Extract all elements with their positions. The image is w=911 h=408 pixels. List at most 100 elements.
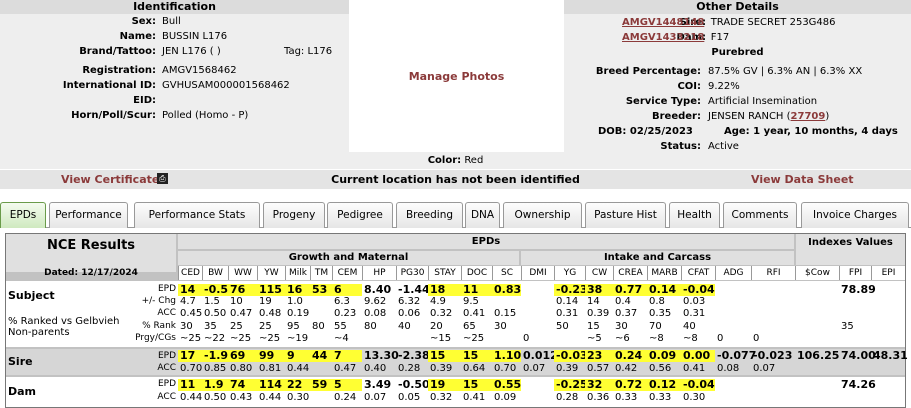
tab-performance-stats[interactable]: Performance Stats: [134, 202, 260, 228]
dam-registration-link[interactable]: AMGV1433218: [622, 32, 704, 43]
epd-value: [839, 392, 871, 404]
epd-value: 1.0: [287, 296, 303, 307]
trait-header: CW: [585, 266, 613, 280]
epd-value: 17: [178, 350, 202, 362]
epd-value: 0.37: [615, 308, 638, 319]
epd-value: 0.08: [717, 363, 740, 374]
row-type-label: Prgy/CGs: [135, 333, 176, 343]
subject-rank-note: % Ranked vs Gelbvieh Non-parents: [8, 316, 120, 338]
service-type-value: Artificial Insemination: [708, 96, 818, 107]
epd-value: 5: [332, 379, 362, 391]
epds-header: EPDs: [178, 234, 794, 249]
row-type-label: ACC: [157, 392, 176, 402]
coi-label: COI:: [677, 81, 701, 92]
epd-value: 30: [615, 321, 628, 332]
manage-photos-link[interactable]: Manage Photos: [409, 70, 505, 83]
tab-invoice-charges[interactable]: Invoice Charges: [801, 202, 909, 228]
tab-ownership[interactable]: Ownership: [503, 202, 582, 228]
epd-value: 32: [585, 379, 613, 391]
epd-value: 25: [259, 321, 272, 332]
epd-value: 0.80: [230, 363, 253, 374]
animal-record-page: Identification Sex: Bull Name: BUSSIN L176 B…: [0, 0, 911, 408]
epd-value: 0.14: [556, 296, 579, 307]
tab-comments[interactable]: Comments: [723, 202, 797, 228]
epd-value: 4.7: [180, 296, 196, 307]
epd-table: NCE Results Dated: 12/17/2024 EPDs Growth a…: [5, 233, 908, 408]
id-field-label: International ID:: [62, 80, 156, 91]
epd-value: -1.44: [398, 283, 430, 296]
trait-header: SC: [492, 266, 521, 280]
epd-value: ~8: [683, 333, 698, 344]
photo-area[interactable]: Manage Photos: [350, 0, 563, 152]
epd-value: 19: [428, 379, 461, 391]
tab-pedigree[interactable]: Pedigree: [327, 202, 393, 228]
dam-name: F17: [710, 32, 730, 43]
epd-value: ~25: [230, 333, 252, 344]
color-value: Red: [464, 155, 484, 166]
id-field-value: BUSSIN L176: [162, 31, 228, 42]
epd-value: [492, 296, 521, 308]
view-data-sheet-link[interactable]: View Data Sheet: [751, 170, 854, 189]
epd-value: [715, 321, 751, 333]
tab-dna[interactable]: DNA: [465, 202, 500, 228]
epd-value: 0.77: [613, 284, 647, 296]
epd-value: 0.03: [683, 296, 706, 307]
epd-value: -1.9: [202, 349, 229, 362]
epd-value: ~22: [204, 333, 226, 344]
tab-breeding[interactable]: Breeding: [396, 202, 463, 228]
purebred-label: Purebred: [711, 47, 764, 58]
trait-header: MARB: [647, 266, 681, 280]
id-row: EID:: [0, 93, 349, 108]
epd-value: 70: [649, 321, 662, 332]
tab-performance[interactable]: Performance: [49, 202, 128, 228]
trait-header: RFI: [751, 266, 795, 280]
tab-epds[interactable]: EPDs: [0, 202, 46, 228]
epd-value: 0.83: [492, 283, 522, 296]
epd-value: [795, 284, 839, 296]
epd-value: 0.07: [364, 392, 387, 403]
tab-health[interactable]: Health: [669, 202, 720, 228]
epd-value: [396, 333, 428, 345]
epd-value: [795, 379, 839, 391]
epd-value: 18: [428, 284, 461, 296]
epd-value: 6.32: [398, 296, 421, 307]
row-type-label: EPD: [157, 284, 176, 294]
epd-value: [751, 296, 795, 308]
epd-value: 0.44: [180, 392, 203, 403]
epd-value: 11: [178, 379, 202, 391]
dob: DOB: 02/25/2023: [598, 126, 693, 137]
trait-header: ADG: [715, 266, 751, 280]
epd-value: 74: [228, 379, 257, 391]
epd-value: 15: [428, 350, 461, 362]
trait-header: FPI: [839, 266, 871, 280]
epd-value: 10: [230, 296, 243, 307]
epd-value: 30: [494, 321, 507, 332]
tab-pasture-hist[interactable]: Pasture Hist: [585, 202, 666, 228]
sire-registration-link[interactable]: AMGV1448148: [622, 17, 704, 28]
breed-percentage-label: Breed Percentage:: [595, 66, 701, 77]
indexes-values-header: Indexes Values: [796, 234, 905, 265]
epd-value: [795, 308, 839, 320]
epd-value: [751, 392, 795, 404]
epd-value: 0.45: [180, 308, 203, 319]
epd-value: 106.25: [797, 349, 840, 362]
epd-value: 0: [753, 333, 760, 344]
age: Age: 1 year, 10 months, 4 days: [724, 126, 898, 137]
epd-value: 0.00: [681, 350, 715, 362]
epd-value: [492, 333, 521, 345]
breeder-id-link[interactable]: 27709: [791, 111, 826, 122]
trait-header: CEM: [332, 266, 362, 280]
sire-label: Sire: [8, 355, 33, 368]
epd-value: 0.30: [683, 392, 706, 403]
epd-value: 0.31: [556, 308, 579, 319]
epd-value: 48.31: [873, 349, 908, 362]
epd-value: 8.40: [364, 283, 392, 296]
row-type-label: EPD: [157, 379, 176, 389]
epd-value: [715, 284, 751, 296]
epd-value: [715, 308, 751, 320]
epd-value: -0.25: [554, 378, 588, 391]
epd-value: ~25: [180, 333, 202, 344]
tab-progeny[interactable]: Progeny: [263, 202, 325, 228]
epd-value: -0.5: [202, 283, 229, 296]
epd-value: 0.07: [753, 363, 776, 374]
